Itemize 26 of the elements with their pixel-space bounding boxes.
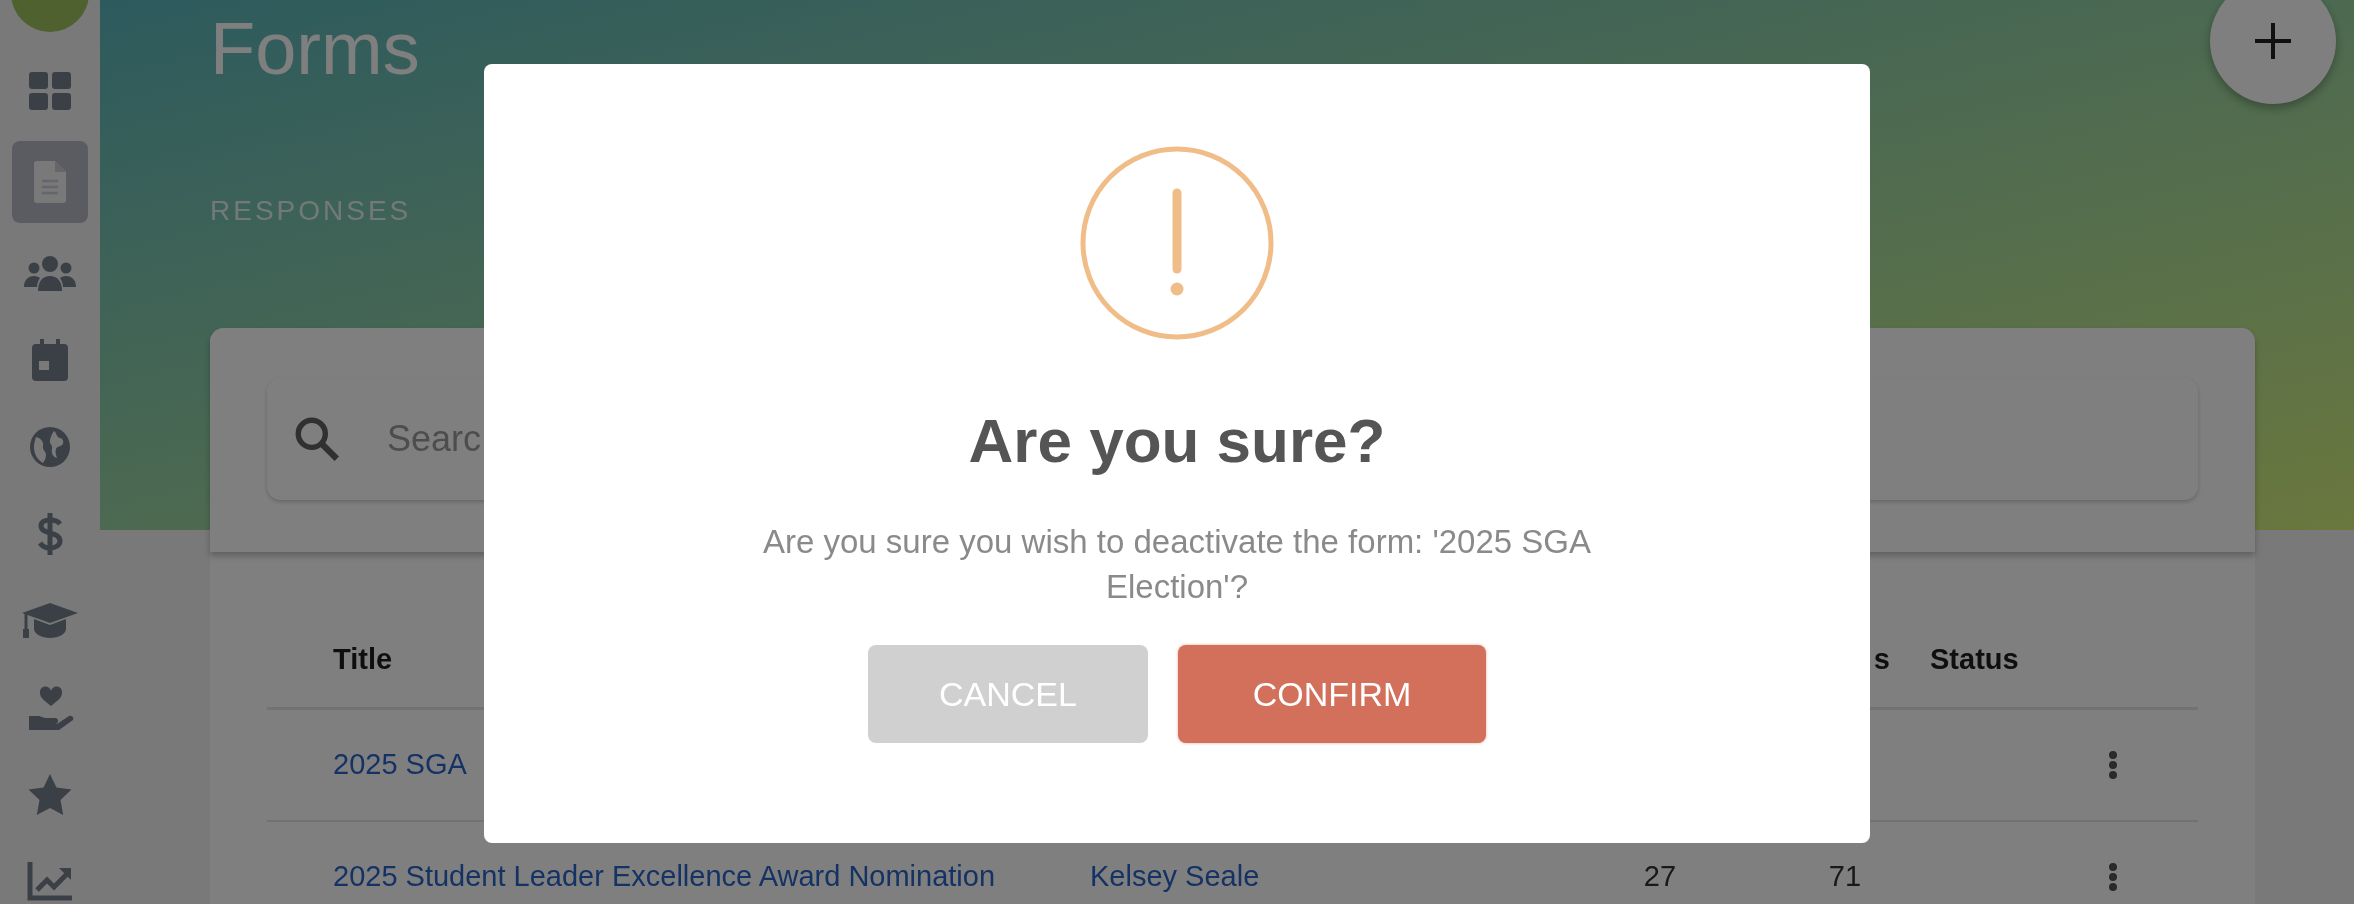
owner-link[interactable]: Kelsey Seale — [1090, 860, 1260, 893]
table-cell-text: 27 — [1642, 859, 1678, 895]
form-title-link[interactable]: 2025 Student Leader Excellence Award Nomination — [333, 860, 996, 893]
column-header[interactable]: Status — [1930, 642, 2019, 675]
warning-icon — [1079, 145, 1275, 341]
graduation-cap-icon — [22, 603, 78, 639]
sidebar-item[interactable] — [12, 141, 88, 223]
globe-icon — [30, 427, 70, 467]
page-title: Forms — [210, 6, 420, 92]
form-title-link[interactable]: 2025 SGA — [333, 748, 467, 781]
table-cell-text: 71 — [1827, 859, 1863, 895]
more-options-icon[interactable] — [2108, 750, 2118, 780]
more-options-icon[interactable] — [2108, 862, 2118, 892]
people-icon — [24, 255, 76, 291]
dashboard-icon — [29, 72, 71, 110]
column-header[interactable]: s — [1873, 637, 1890, 681]
dollar-icon — [37, 513, 63, 555]
document-icon — [34, 161, 66, 203]
star-icon — [28, 774, 72, 816]
chart-icon — [27, 862, 73, 902]
column-header[interactable]: Title — [333, 642, 393, 675]
confirm-button[interactable]: CONFIRM — [1178, 645, 1486, 743]
dialog-message: Are you sure you wish to deactivate the form: '2025 SGA Election'? — [761, 522, 1593, 607]
dialog-title: Are you sure? — [968, 405, 1386, 477]
plus-icon — [2253, 21, 2293, 61]
calendar-icon — [32, 339, 68, 381]
